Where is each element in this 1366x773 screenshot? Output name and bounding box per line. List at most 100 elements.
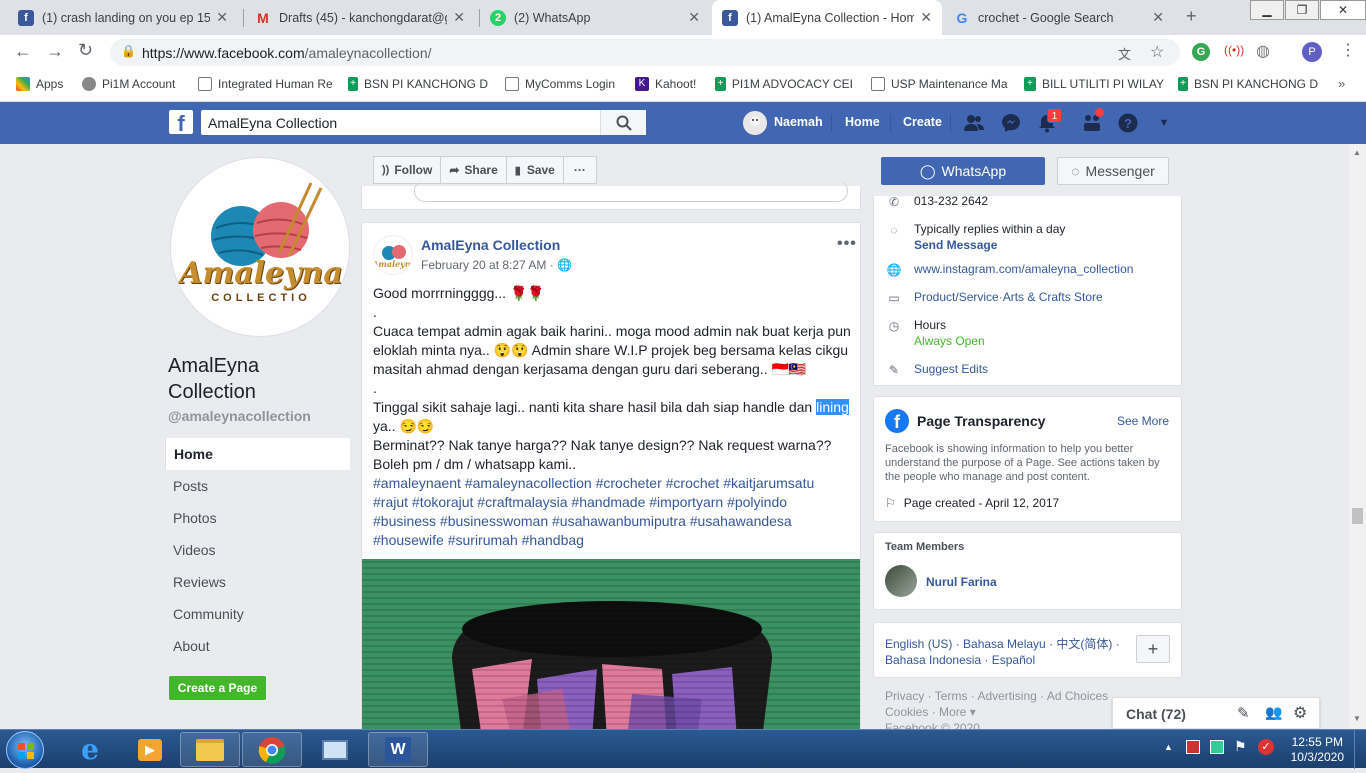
post-hashtags[interactable]: #amaleynaent #amaleynacollection #croche… [373,474,853,550]
info-website[interactable]: 🌐 www.instagram.com/amaleyna_collection [886,262,1134,278]
media-player-icon[interactable]: ▶ [120,732,180,767]
create-page-button[interactable]: Create a Page [169,676,266,700]
tray-expand-icon[interactable]: ▲ [1164,742,1173,752]
tray-flag-icon[interactable]: ⚑ [1234,738,1247,755]
close-tab-icon[interactable]: ✕ [216,9,228,26]
bookmark-item[interactable]: + BILL UTILITI PI WILAY [1024,77,1164,91]
facebook-logo-icon[interactable]: f [169,110,193,134]
globe-extension-icon[interactable]: ◍ [1256,41,1270,61]
post-author-avatar[interactable]: Amaleyna [373,235,413,275]
file-explorer-icon[interactable] [180,732,240,767]
back-icon[interactable]: ← [14,41,32,62]
more-bookmarks-icon[interactable]: » [1338,76,1345,91]
see-more-link[interactable]: See More [1117,414,1169,428]
bookmark-item[interactable]: MyComms Login [505,77,615,91]
browser-tab-active[interactable]: f (1) AmalEyna Collection - Home ✕ [712,0,942,35]
send-message-link[interactable]: Send Message [914,238,1065,252]
bookmark-star-icon[interactable]: ☆ [1150,42,1164,62]
nav-item-reviews[interactable]: Reviews [165,566,350,598]
page-title[interactable]: AmalEyna Collection [168,353,348,405]
language-links[interactable]: English (US) · Bahasa Melayu · 中文(简体) · … [885,636,1135,668]
member-name[interactable]: Nurul Farina [926,575,997,589]
system-clock[interactable]: 12:55 PM 10/3/2020 [1291,735,1344,765]
transparency-title: Page Transparency [917,413,1046,429]
close-tab-icon[interactable]: ✕ [453,9,465,26]
bookmark-item[interactable]: Integrated Human Re [198,77,333,91]
bookmark-item[interactable]: + PI1M ADVOCACY CEI [715,77,853,91]
friend-requests-icon[interactable] [964,113,984,133]
comment-box[interactable] [414,180,848,202]
page-profile-picture[interactable]: Amaleyna COLLECTIO [170,157,350,337]
nav-item-posts[interactable]: Posts [165,470,350,502]
info-phone[interactable]: ✆ 013-232 2642 [886,194,988,210]
settings-gear-icon[interactable]: ⚙ [1293,703,1307,723]
info-hours[interactable]: ◷ Hours Always Open [886,318,985,348]
browser-tab[interactable]: f (1) crash landing on you ep 15 - ✕ [8,0,238,35]
post-author-name[interactable]: AmalEyna Collection [421,237,560,253]
nav-item-home[interactable]: Home [165,438,350,470]
nav-item-photos[interactable]: Photos [165,502,350,534]
messenger-icon[interactable] [1001,113,1021,133]
close-window-icon[interactable]: ✕ [1320,0,1366,20]
word-icon[interactable]: W [368,732,428,767]
help-icon[interactable]: ? [1118,113,1138,133]
address-bar[interactable]: 🔒 https://www.facebook.com/amaleynacolle… [110,39,1180,66]
chat-sidebar-bar[interactable]: Chat (72) ✎ 👥 ⚙ [1112,697,1320,729]
bookmark-item[interactable]: USP Maintenance Ma [871,77,1011,91]
search-input[interactable] [201,110,591,135]
post-photo[interactable] [362,559,860,731]
menu-kebab-icon[interactable]: ⋮ [1340,40,1356,60]
new-message-icon[interactable]: ✎ [1237,704,1250,722]
reload-icon[interactable]: ↻ [78,40,93,61]
maximize-icon[interactable]: ❐ [1285,0,1319,20]
search-button[interactable] [600,110,646,135]
internet-explorer-icon[interactable]: e [60,732,120,767]
translate-icon[interactable]: 文 [1118,44,1131,63]
close-tab-icon[interactable]: ✕ [1152,9,1164,26]
suggest-edits-link[interactable]: ✎ Suggest Edits [886,362,988,378]
page-username[interactable]: @amaleynacollection [168,408,311,424]
transparency-description: Facebook is showing information to help … [885,443,1160,483]
close-tab-icon[interactable]: ✕ [920,9,932,26]
bookmark-item[interactable]: + BSN PI KANCHONG D [348,77,488,91]
nav-item-about[interactable]: About [165,630,350,662]
post-timestamp[interactable]: February 20 at 8:27 AM · 🌐 [421,258,572,272]
nav-item-community[interactable]: Community [165,598,350,630]
group-chat-icon[interactable]: 👥 [1265,704,1282,721]
tray-network-icon[interactable] [1210,740,1224,754]
forward-icon[interactable]: → [46,41,64,62]
tray-app-icon[interactable] [1186,740,1200,754]
page-scrollbar[interactable]: ▲ ▼ [1349,144,1366,729]
grammarly-icon[interactable]: G [1192,43,1210,61]
start-button[interactable] [6,731,44,769]
browser-tab[interactable]: 2 (2) WhatsApp ✕ [480,0,710,35]
close-tab-icon[interactable]: ✕ [688,9,700,26]
minimize-icon[interactable]: ▁ [1250,0,1284,20]
account-dropdown-icon[interactable]: ▼ [1154,113,1174,133]
messenger-button[interactable]: ◌ Messenger [1057,157,1169,185]
bookmark-apps[interactable]: Apps [16,77,63,91]
profile-avatar[interactable]: P [1302,42,1322,62]
create-link[interactable]: Create [903,115,942,129]
cast-icon[interactable]: ((•)) [1224,43,1244,57]
scrollbar-thumb[interactable] [1352,508,1363,524]
remote-desktop-icon[interactable] [305,732,365,767]
user-avatar[interactable] [743,111,767,135]
browser-tab[interactable]: G crochet - Google Search ✕ [944,0,1174,35]
add-language-button[interactable]: + [1136,635,1170,663]
new-tab-icon[interactable]: + [1186,6,1197,27]
bookmark-item[interactable]: + BSN PI KANCHONG D [1178,77,1318,91]
profile-link[interactable]: Naemah [774,115,823,129]
nav-item-videos[interactable]: Videos [165,534,350,566]
whatsapp-button[interactable]: ◯ WhatsApp [881,157,1045,185]
tray-antivirus-icon[interactable]: ✓ [1258,739,1274,755]
show-desktop-button[interactable] [1354,730,1366,769]
bookmark-item[interactable]: Pi1M Account [82,77,175,91]
post-options-icon[interactable]: ••• [837,235,857,253]
info-category[interactable]: ▭ Product/Service · Arts & Crafts Store [886,290,1102,306]
bookmark-item[interactable]: K Kahoot! [635,77,696,91]
home-link[interactable]: Home [845,115,880,129]
chrome-icon[interactable] [242,732,302,767]
browser-tab[interactable]: M Drafts (45) - kanchongdarat@gi ✕ [245,0,475,35]
member-avatar[interactable] [885,565,917,597]
